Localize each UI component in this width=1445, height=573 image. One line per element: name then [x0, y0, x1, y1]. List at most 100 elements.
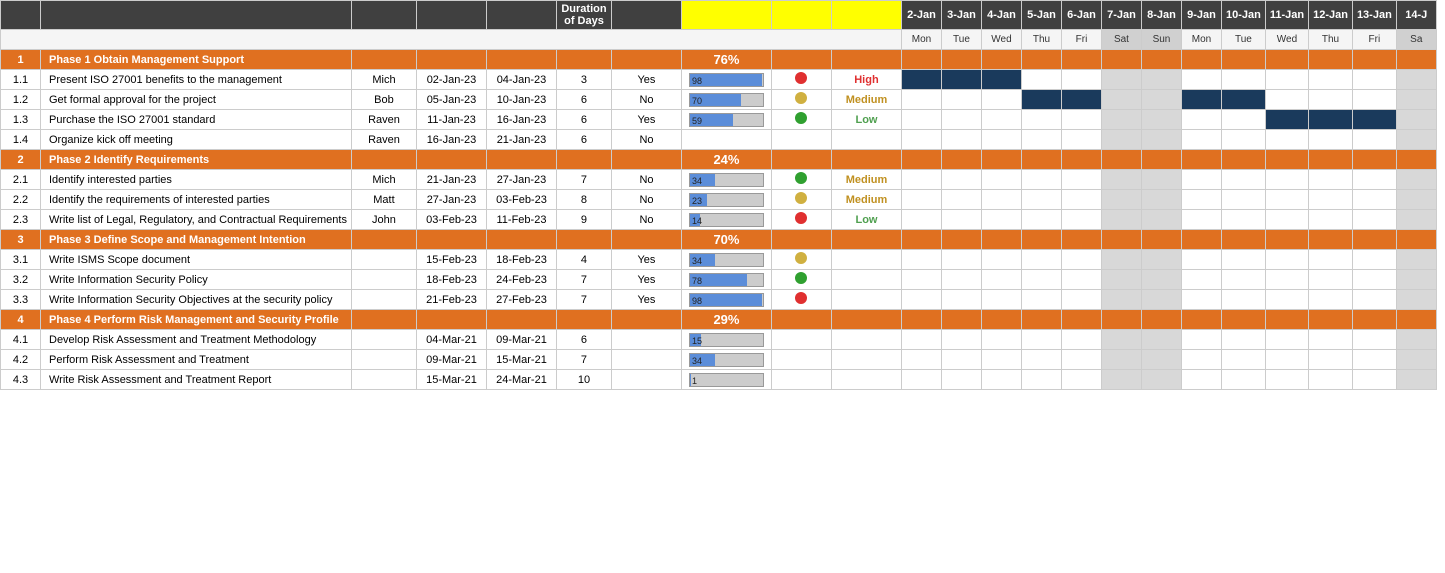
gantt-cell	[1101, 190, 1141, 210]
data-row: 1.2Get formal approval for the projectBo…	[1, 90, 1437, 110]
gantt-cell	[981, 290, 1021, 310]
gantt-cell	[1265, 150, 1308, 170]
row-priority	[831, 330, 901, 350]
row-end-date: 16-Jan-23	[486, 110, 556, 130]
row-num: 1.3	[1, 110, 41, 130]
row-priority	[831, 50, 901, 70]
gantt-cell	[1265, 250, 1308, 270]
row-duration: 7	[556, 170, 611, 190]
gantt-cell	[1396, 210, 1436, 230]
row-deliverable: Yes	[611, 290, 681, 310]
gantt-cell	[1181, 230, 1221, 250]
col-header-start	[416, 1, 486, 30]
row-status	[771, 270, 831, 290]
gantt-cell	[941, 210, 981, 230]
row-complete: 29%	[681, 310, 771, 330]
row-deliverable	[611, 330, 681, 350]
gantt-col-13jan: 13-Jan	[1352, 1, 1396, 30]
row-complete: 23	[681, 190, 771, 210]
row-end-date: 10-Jan-23	[486, 90, 556, 110]
gantt-cell	[981, 130, 1021, 150]
gantt-cell	[1221, 190, 1265, 210]
gantt-col-2jan: 2-Jan	[901, 1, 941, 30]
gantt-cell	[1396, 150, 1436, 170]
phase-row: 1Phase 1 Obtain Management Support76%	[1, 50, 1437, 70]
gantt-col-10jan: 10-Jan	[1221, 1, 1265, 30]
row-resource: Raven	[351, 130, 416, 150]
row-name: Present ISO 27001 benefits to the manage…	[41, 70, 352, 90]
row-deliverable	[611, 150, 681, 170]
gantt-cell	[1141, 270, 1181, 290]
row-end-date	[486, 50, 556, 70]
gantt-cell	[1101, 250, 1141, 270]
gantt-cell	[1101, 50, 1141, 70]
row-deliverable: No	[611, 210, 681, 230]
gantt-cell	[1141, 250, 1181, 270]
row-status	[771, 330, 831, 350]
gantt-cell	[901, 50, 941, 70]
gantt-cell	[981, 190, 1021, 210]
gantt-cell	[941, 170, 981, 190]
row-start-date: 11-Jan-23	[416, 110, 486, 130]
row-complete: 34	[681, 250, 771, 270]
row-resource	[351, 330, 416, 350]
gantt-cell	[1352, 70, 1396, 90]
row-end-date: 15-Mar-21	[486, 350, 556, 370]
row-status	[771, 310, 831, 330]
row-duration: 10	[556, 370, 611, 390]
data-row: 4.3Write Risk Assessment and Treatment R…	[1, 370, 1437, 390]
row-duration: 6	[556, 110, 611, 130]
gantt-cell	[1309, 310, 1353, 330]
gantt-cell	[1101, 90, 1141, 110]
gantt-col-9jan: 9-Jan	[1181, 1, 1221, 30]
gantt-cell	[1309, 130, 1353, 150]
gantt-cell	[1396, 170, 1436, 190]
gantt-cell	[1352, 290, 1396, 310]
gantt-col-14jan: 14-J	[1396, 1, 1436, 30]
gantt-cell	[1309, 70, 1353, 90]
row-resource	[351, 310, 416, 330]
gantt-col-11jan: 11-Jan	[1265, 1, 1308, 30]
gantt-cell	[1352, 110, 1396, 130]
row-deliverable: No	[611, 130, 681, 150]
row-deliverable: Yes	[611, 110, 681, 130]
row-duration: 6	[556, 130, 611, 150]
gantt-cell	[901, 70, 941, 90]
gantt-cell	[1309, 330, 1353, 350]
row-duration: 6	[556, 330, 611, 350]
day-tue-1: Tue	[941, 30, 981, 50]
row-priority	[831, 150, 901, 170]
gantt-cell	[1141, 90, 1181, 110]
row-name: Phase 2 Identify Requirements	[41, 150, 352, 170]
gantt-cell	[1221, 270, 1265, 290]
row-complete: 98	[681, 290, 771, 310]
phase-row: 4Phase 4 Perform Risk Management and Sec…	[1, 310, 1437, 330]
row-priority: Medium	[831, 190, 901, 210]
gantt-cell	[901, 190, 941, 210]
row-start-date	[416, 50, 486, 70]
row-resource	[351, 270, 416, 290]
row-complete: 34	[681, 170, 771, 190]
gantt-cell	[1061, 250, 1101, 270]
day-fri-2: Fri	[1352, 30, 1396, 50]
day-thu-1: Thu	[1021, 30, 1061, 50]
row-num: 1.2	[1, 90, 41, 110]
row-start-date: 16-Jan-23	[416, 130, 486, 150]
row-deliverable	[611, 370, 681, 390]
row-priority	[831, 310, 901, 330]
col-header-resource	[351, 1, 416, 30]
day-mon-1: Mon	[901, 30, 941, 50]
gantt-cell	[941, 270, 981, 290]
row-duration	[556, 150, 611, 170]
phase-row: 3Phase 3 Define Scope and Management Int…	[1, 230, 1437, 250]
gantt-cell	[1352, 150, 1396, 170]
gantt-cell	[1141, 350, 1181, 370]
row-name: Perform Risk Assessment and Treatment	[41, 350, 352, 370]
data-row: 4.1Develop Risk Assessment and Treatment…	[1, 330, 1437, 350]
gantt-cell	[901, 250, 941, 270]
row-end-date: 27-Jan-23	[486, 170, 556, 190]
gantt-cell	[1181, 290, 1221, 310]
gantt-cell	[1352, 330, 1396, 350]
gantt-cell	[1101, 310, 1141, 330]
row-name: Purchase the ISO 27001 standard	[41, 110, 352, 130]
